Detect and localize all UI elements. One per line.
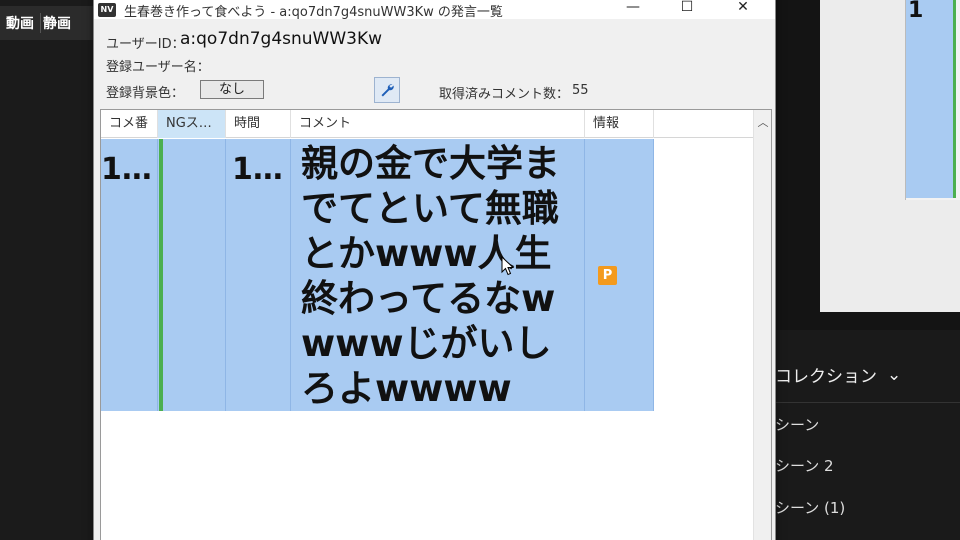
collection-label: コレクション — [775, 367, 877, 387]
cell-time: 1… — [226, 139, 291, 411]
ng-indicator-bar — [159, 139, 163, 411]
column-header-info[interactable]: 情報 — [585, 110, 654, 138]
column-header-time[interactable]: 時間 — [226, 110, 291, 138]
column-header-comment-no[interactable]: コメ番 — [101, 110, 158, 138]
userid-label: ユーザーID： — [106, 37, 185, 52]
table-row[interactable]: 1… 1… 親の金で大学までてといて無職とかwww人生終わってるなwwwwじがい… — [101, 139, 654, 411]
cell-comment: 親の金で大学までてといて無職とかwww人生終わってるなwwwwじがいしろよwww… — [291, 139, 585, 411]
title-bar[interactable]: NV 生春巻き作って食べよう - a:qo7dn7g4snuWW3Kw の発言一… — [94, 0, 775, 20]
chevron-down-icon: ⌄ — [887, 364, 902, 385]
scroll-up-icon[interactable]: ︿ — [754, 114, 772, 130]
minimize-button[interactable]: — — [610, 0, 656, 17]
list-header: コメ番 NGス… 時間 コメント 情報 — [101, 110, 753, 138]
userid-value: a:qo7dn7g4snuWW3Kw — [180, 29, 383, 49]
app-icon: NV — [98, 3, 116, 17]
settings-button[interactable] — [374, 77, 400, 103]
background-selected-cell: 1 — [906, 0, 956, 198]
mouse-cursor-icon — [501, 256, 515, 276]
tab-douga[interactable]: 動画 — [4, 13, 36, 33]
background-app-left: 動画 静画 — [0, 0, 96, 540]
window-title: 生春巻き作って食べよう - a:qo7dn7g4snuWW3Kw の発言一覧 — [124, 5, 503, 20]
username-label: 登録ユーザー名： — [106, 60, 210, 75]
vertical-scrollbar[interactable]: ︿ — [753, 110, 771, 540]
column-header-ng[interactable]: NGス… — [158, 110, 226, 138]
scene-item-1[interactable]: シーン — [775, 414, 819, 435]
cell-ng — [158, 139, 226, 411]
menu-divider — [775, 402, 960, 403]
wrench-icon — [381, 84, 394, 97]
column-header-comment[interactable]: コメント — [291, 110, 585, 138]
scene-item-3[interactable]: シーン (1) — [775, 497, 845, 518]
premium-badge: P — [598, 266, 617, 285]
maximize-button[interactable]: ☐ — [664, 0, 710, 17]
background-toolbar: 動画 静画 — [0, 6, 96, 40]
bgcolor-select[interactable]: なし — [200, 80, 264, 99]
comment-list[interactable]: コメ番 NGス… 時間 コメント 情報 1… 1… 親の金で大学までてといて無職… — [100, 109, 772, 540]
fetched-count-label: 取得済みコメント数： — [439, 87, 570, 102]
cell-comment-no: 1… — [101, 139, 158, 411]
comment-list-window: NV 生春巻き作って食べよう - a:qo7dn7g4snuWW3Kw の発言一… — [93, 0, 776, 540]
collection-dropdown[interactable]: コレクション ⌄ — [775, 362, 902, 388]
scene-item-2[interactable]: シーン 2 — [775, 455, 834, 476]
close-button[interactable]: ✕ — [720, 0, 766, 17]
fetched-count-value: 55 — [572, 83, 589, 98]
cell-info — [585, 139, 654, 411]
bgcolor-label: 登録背景色： — [106, 86, 185, 101]
tab-seiga[interactable]: 静画 — [40, 13, 73, 33]
